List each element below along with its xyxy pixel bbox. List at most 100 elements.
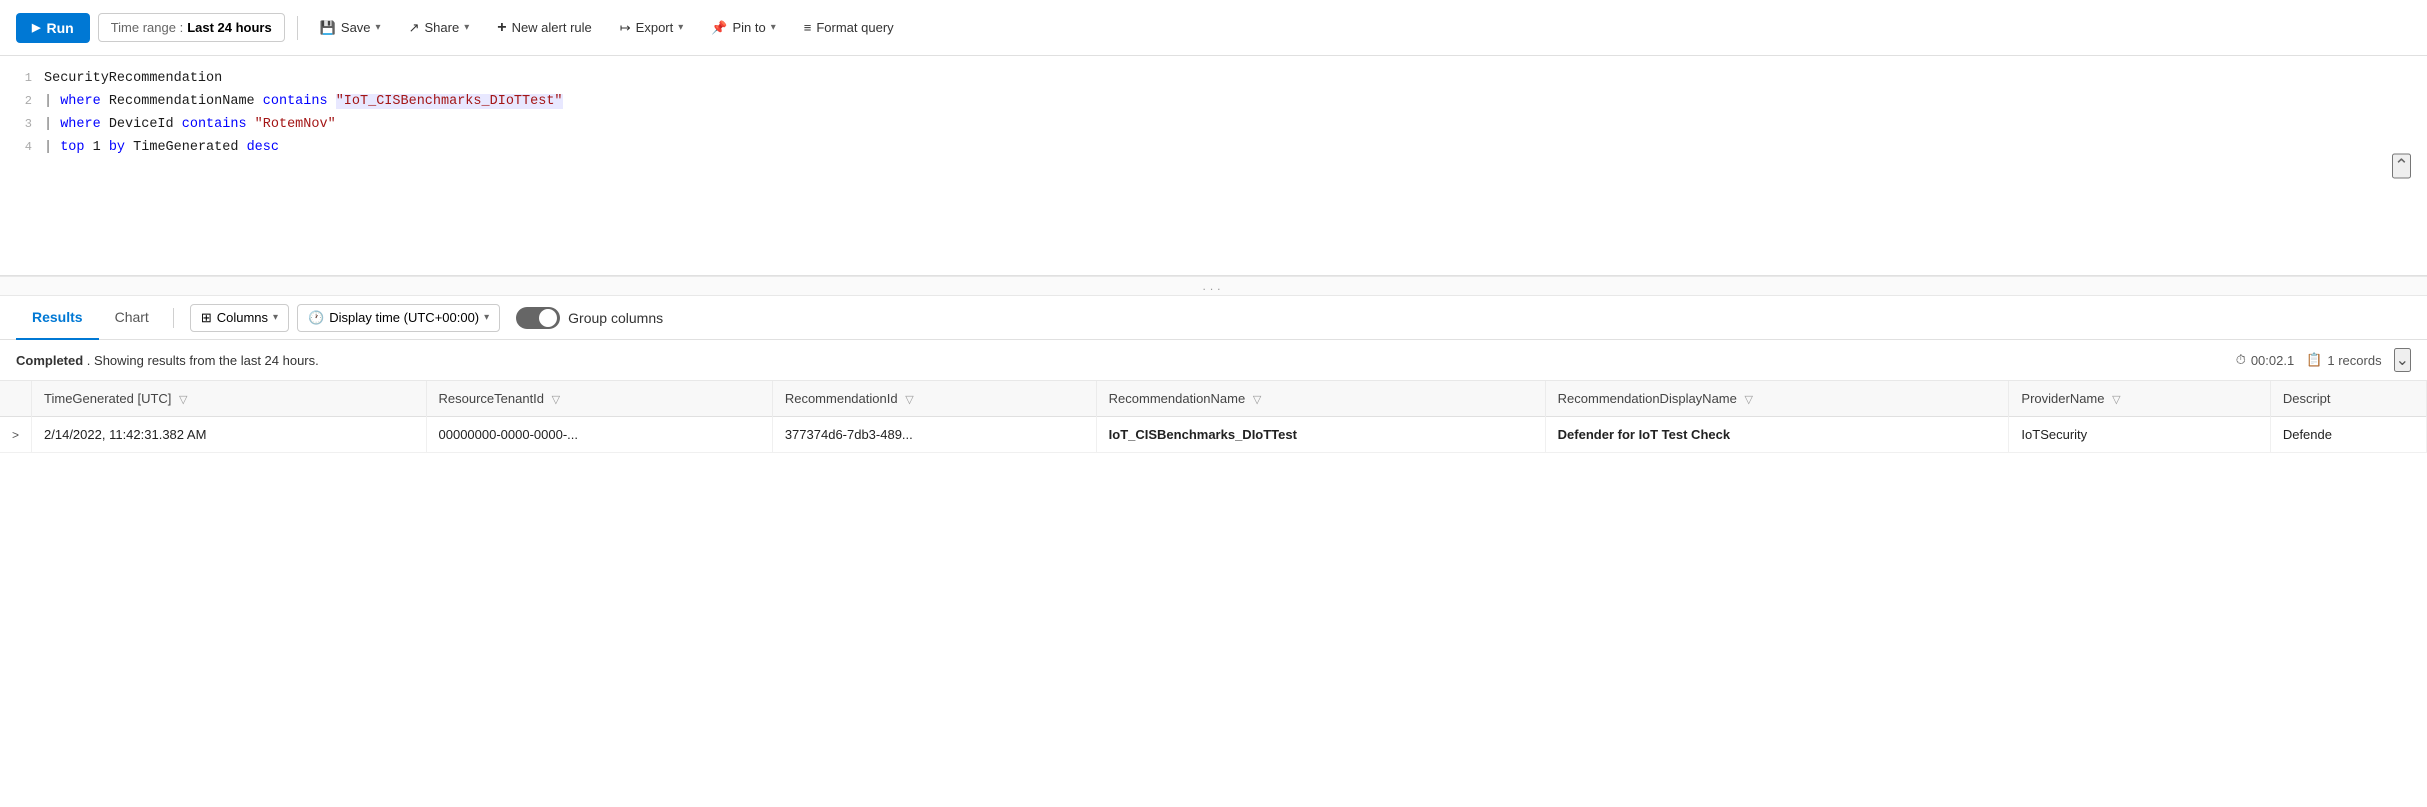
save-icon: 💾 <box>320 20 336 36</box>
line-content-2: | where RecommendationName contains "IoT… <box>44 91 563 114</box>
status-complete: Completed <box>16 353 83 368</box>
th-recommendation-name: RecommendationName ▽ <box>1096 381 1545 417</box>
contains-keyword-2: contains <box>263 94 328 109</box>
row-expand-cell[interactable]: > <box>0 417 32 453</box>
share-label: Share <box>424 20 459 35</box>
by-keyword: by <box>109 140 125 155</box>
tab-results-label: Results <box>32 309 83 325</box>
filter-icon-time[interactable]: ▽ <box>179 394 187 406</box>
string-value-2: "IoT_CISBenchmarks_DIoTTest" <box>336 94 563 109</box>
expand-results-button[interactable]: ⌄ <box>2394 348 2411 372</box>
display-time-button[interactable]: 🕐 Display time (UTC+00:00) ▾ <box>297 304 500 332</box>
clock-icon: 🕐 <box>308 310 324 326</box>
top-keyword: top <box>60 140 84 155</box>
pipe-4: | <box>44 140 60 155</box>
filter-icon-rec-name[interactable]: ▽ <box>1253 394 1261 406</box>
pin-to-label: Pin to <box>732 20 765 35</box>
editor-lines: 1 SecurityRecommendation 2 | where Recom… <box>0 68 2427 160</box>
table-header: TimeGenerated [UTC] ▽ ResourceTenantId ▽… <box>0 381 2427 417</box>
display-time-label: Display time (UTC+00:00) <box>329 310 479 325</box>
editor-line-2: 2 | where RecommendationName contains "I… <box>16 91 2411 114</box>
new-alert-button[interactable]: + New alert rule <box>487 13 602 43</box>
export-button[interactable]: ↦ Export ▾ <box>610 14 694 42</box>
row-resource-tenant: 00000000-0000-0000-... <box>426 417 772 453</box>
toggle-knob <box>539 309 557 327</box>
export-chevron-icon: ▾ <box>678 22 683 33</box>
toolbar-divider-1 <box>297 16 298 40</box>
table-row: > 2/14/2022, 11:42:31.382 AM 00000000-00… <box>0 417 2427 453</box>
format-query-button[interactable]: ≡ Format query <box>794 14 904 41</box>
records-icon: 📋 <box>2306 352 2322 368</box>
line-number-1: 1 <box>16 68 44 88</box>
where-keyword-3: where <box>60 117 101 132</box>
desc-keyword: desc <box>247 140 279 155</box>
status-left: Completed . Showing results from the las… <box>16 353 319 368</box>
line-content-4: | top 1 by TimeGenerated desc <box>44 137 279 160</box>
timer-item: ⏱ 00:02.1 <box>2236 352 2295 368</box>
display-time-chevron-icon: ▾ <box>484 312 489 323</box>
editor-line-3: 3 | where DeviceId contains "RotemNov" <box>16 114 2411 137</box>
line-number-2: 2 <box>16 91 44 111</box>
table-header-row: TimeGenerated [UTC] ▽ ResourceTenantId ▽… <box>0 381 2427 417</box>
tab-divider <box>173 308 174 328</box>
filter-icon-rec-display[interactable]: ▽ <box>1745 394 1753 406</box>
share-icon: ↗ <box>409 20 420 36</box>
where-keyword-2: where <box>60 94 101 109</box>
th-resource-tenant: ResourceTenantId ▽ <box>426 381 772 417</box>
filter-icon-rec-id[interactable]: ▽ <box>905 394 913 406</box>
share-chevron-icon: ▾ <box>464 22 469 33</box>
tab-results[interactable]: Results <box>16 296 99 340</box>
time-range-prefix: Time range : <box>111 20 184 35</box>
save-label: Save <box>341 20 371 35</box>
share-button[interactable]: ↗ Share ▾ <box>399 14 480 42</box>
th-recommendation-display: RecommendationDisplayName ▽ <box>1545 381 2009 417</box>
run-button[interactable]: ▶ Run <box>16 13 90 43</box>
toolbar: ▶ Run Time range : Last 24 hours 💾 Save … <box>0 0 2427 56</box>
line-content-3: | where DeviceId contains "RotemNov" <box>44 114 336 137</box>
export-icon: ↦ <box>620 20 631 36</box>
row-recommendation-display: Defender for IoT Test Check <box>1545 417 2009 453</box>
timer-value: 00:02.1 <box>2251 353 2294 368</box>
editor-line-1: 1 SecurityRecommendation <box>16 68 2411 91</box>
pin-chevron-icon: ▾ <box>771 22 776 33</box>
save-button[interactable]: 💾 Save ▾ <box>310 14 391 42</box>
columns-button[interactable]: ⊞ Columns ▾ <box>190 304 289 332</box>
tab-toolbar: ⊞ Columns ▾ 🕐 Display time (UTC+00:00) ▾… <box>190 304 663 332</box>
format-icon: ≡ <box>804 20 812 35</box>
time-range-button[interactable]: Time range : Last 24 hours <box>98 13 285 42</box>
play-icon: ▶ <box>32 21 40 34</box>
row-time-generated: 2/14/2022, 11:42:31.382 AM <box>32 417 427 453</box>
pin-icon: 📌 <box>711 20 727 36</box>
tab-chart[interactable]: Chart <box>99 296 165 340</box>
pipe-3: | <box>44 117 60 132</box>
records-item: 📋 1 records <box>2306 352 2381 368</box>
time-range-value: Last 24 hours <box>187 20 272 35</box>
status-bar: Completed . Showing results from the las… <box>0 340 2427 381</box>
records-count: 1 records <box>2327 353 2381 368</box>
results-area: Results Chart ⊞ Columns ▾ 🕐 Display time… <box>0 296 2427 453</box>
format-query-label: Format query <box>816 20 893 35</box>
row-expand-button[interactable]: > <box>12 428 19 442</box>
results-tabs: Results Chart ⊞ Columns ▾ 🕐 Display time… <box>0 296 2427 340</box>
new-alert-label: New alert rule <box>512 20 592 35</box>
expand-icon: ⌄ <box>2396 352 2409 369</box>
export-label: Export <box>636 20 674 35</box>
filter-icon-provider[interactable]: ▽ <box>2112 394 2120 406</box>
query-editor[interactable]: 1 SecurityRecommendation 2 | where Recom… <box>0 56 2427 276</box>
pin-to-button[interactable]: 📌 Pin to ▾ <box>701 14 785 42</box>
line-number-4: 4 <box>16 137 44 157</box>
filter-icon-resource[interactable]: ▽ <box>552 394 560 406</box>
columns-chevron-icon: ▾ <box>273 312 278 323</box>
drag-handle[interactable]: ... <box>0 276 2427 296</box>
row-provider-name: IoTSecurity <box>2009 417 2270 453</box>
row-description: Defende <box>2270 417 2426 453</box>
group-columns-toggle[interactable] <box>516 307 560 329</box>
results-table: TimeGenerated [UTC] ▽ ResourceTenantId ▽… <box>0 381 2427 453</box>
line-number-3: 3 <box>16 114 44 134</box>
collapse-editor-button[interactable]: ⌃ <box>2392 153 2411 178</box>
drag-dots: ... <box>1202 279 1224 293</box>
group-columns-toggle-container: Group columns <box>516 307 663 329</box>
timer-icon: ⏱ <box>2236 352 2246 368</box>
contains-keyword-3: contains <box>182 117 247 132</box>
tab-chart-label: Chart <box>115 309 149 325</box>
